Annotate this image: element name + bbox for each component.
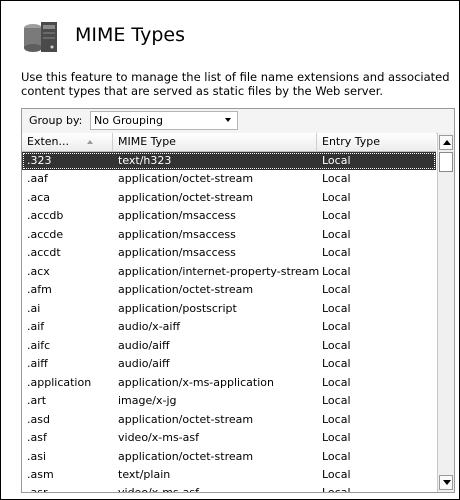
cell-extension: .323 [27, 154, 52, 167]
page-description: Use this feature to manage the list of f… [21, 70, 450, 98]
table-row[interactable]: .aiff audio/aiff Local [22, 355, 436, 373]
table-row[interactable]: .323 text/h323 Local [22, 152, 436, 171]
cell-entry-type: Local [322, 227, 351, 241]
cell-extension: .accde [27, 227, 64, 241]
cell-extension: .asr [27, 484, 48, 492]
column-header-mime-type[interactable]: MIME Type [113, 133, 317, 151]
scrollbar-thumb[interactable] [439, 152, 453, 172]
table-row[interactable]: .aif audio/x-aiff Local [22, 318, 436, 336]
cell-mime-type: application/octet-stream [118, 283, 254, 297]
table-row[interactable]: .aaf application/octet-stream Local [22, 170, 436, 188]
table-row[interactable]: .asm text/plain Local [22, 466, 436, 484]
cell-mime-type: video/x-ms-asf [118, 484, 199, 492]
group-by-value: No Grouping [94, 114, 163, 127]
cell-extension: .aca [27, 190, 51, 204]
group-by-bar: Group by: No Grouping [22, 109, 454, 134]
cell-mime-type: audio/aiff [118, 357, 170, 371]
group-by-dropdown[interactable]: No Grouping [90, 111, 238, 130]
cell-mime-type: application/msaccess [118, 227, 236, 241]
cell-extension: .aiff [27, 357, 48, 371]
scroll-up-button[interactable] [439, 135, 453, 150]
cell-entry-type: Local [322, 338, 351, 352]
arrow-down-icon [443, 480, 451, 485]
column-header-extension-label: Exten... [27, 135, 70, 148]
cell-extension: .aifc [27, 338, 51, 352]
cell-entry-type: Local [322, 264, 351, 278]
cell-mime-type: image/x-jg [118, 394, 177, 408]
cell-extension: .ai [27, 301, 41, 315]
cell-extension: .aaf [27, 172, 48, 186]
cell-extension: .acx [27, 264, 50, 278]
table-row[interactable]: .accdb application/msaccess Local [22, 207, 436, 225]
table-row[interactable]: .accde application/msaccess Local [22, 226, 436, 244]
cell-mime-type: application/internet-property-stream [118, 264, 320, 278]
cell-extension: .asm [27, 467, 54, 481]
table-row[interactable]: .asr video/x-ms-asf Local [22, 484, 436, 492]
cell-mime-type: text/h323 [118, 154, 172, 167]
cell-entry-type: Local [322, 431, 351, 445]
cell-entry-type: Local [322, 320, 351, 334]
cell-mime-type: application/octet-stream [118, 190, 254, 204]
table-row[interactable]: .aifc audio/aiff Local [22, 337, 436, 355]
table-row[interactable]: .application application/x-ms-application… [22, 374, 436, 392]
cell-mime-type: audio/x-aiff [118, 320, 181, 334]
scroll-down-button[interactable] [439, 475, 453, 490]
table-row[interactable]: .acx application/internet-property-stream… [22, 263, 436, 281]
cell-mime-type: application/x-ms-application [118, 375, 274, 389]
cell-extension: .accdb [27, 209, 64, 223]
cell-mime-type: text/plain [118, 467, 171, 481]
chevron-down-icon [225, 118, 231, 122]
arrow-up-icon [443, 140, 451, 145]
table-row[interactable]: .art image/x-jg Local [22, 392, 436, 410]
table-body: .323 text/h323 Local .aaf application/octet-… [22, 152, 436, 492]
cell-entry-type: Local [322, 246, 351, 260]
mime-types-window: MIME Types Use this feature to manage th… [0, 0, 460, 500]
table-row[interactable]: .asd application/octet-stream Local [22, 411, 436, 429]
table-row[interactable]: .afm application/octet-stream Local [22, 281, 436, 299]
column-header-extension[interactable]: Exten... [22, 133, 113, 151]
cell-entry-type: Local [322, 172, 351, 186]
vertical-scrollbar[interactable] [437, 133, 454, 492]
cell-mime-type: video/x-ms-asf [118, 431, 199, 445]
cell-mime-type: application/msaccess [118, 246, 236, 260]
cell-extension: .asf [27, 431, 47, 445]
cell-mime-type: application/octet-stream [118, 449, 254, 463]
table-header: Exten... MIME Type Entry Type [22, 133, 436, 152]
server-icon [24, 22, 57, 52]
cell-entry-type: Local [322, 190, 351, 204]
table-row[interactable]: .asf video/x-ms-asf Local [22, 429, 436, 447]
cell-extension: .accdt [27, 246, 61, 260]
cell-entry-type: Local [322, 154, 351, 167]
table-row[interactable]: .aca application/octet-stream Local [22, 189, 436, 207]
cell-entry-type: Local [322, 209, 351, 223]
cell-entry-type: Local [322, 301, 351, 315]
cell-extension: .aif [27, 320, 45, 334]
cell-extension: .art [27, 394, 47, 408]
table-row[interactable]: .accdt application/msaccess Local [22, 244, 436, 262]
table-row[interactable]: .asi application/octet-stream Local [22, 448, 436, 466]
cell-entry-type: Local [322, 449, 351, 463]
cell-entry-type: Local [322, 357, 351, 371]
cell-entry-type: Local [322, 283, 351, 297]
mime-types-list-panel: Group by: No Grouping Exten... MIME Type… [21, 108, 455, 493]
cell-entry-type: Local [322, 412, 351, 426]
cell-entry-type: Local [322, 467, 351, 481]
cell-extension: .application [27, 375, 92, 389]
cell-mime-type: application/octet-stream [118, 412, 254, 426]
page-title: MIME Types [75, 24, 185, 46]
cell-mime-type: application/msaccess [118, 209, 236, 223]
cell-mime-type: audio/aiff [118, 338, 170, 352]
cell-extension: .asi [27, 449, 47, 463]
cell-extension: .asd [27, 412, 50, 426]
cell-entry-type: Local [322, 484, 351, 492]
cell-extension: .afm [27, 283, 52, 297]
table-row[interactable]: .ai application/postscript Local [22, 300, 436, 318]
cell-mime-type: application/octet-stream [118, 172, 254, 186]
sort-ascending-icon [87, 140, 93, 144]
cell-mime-type: application/postscript [118, 301, 237, 315]
group-by-label: Group by: [29, 114, 83, 127]
column-header-entry-type[interactable]: Entry Type [317, 133, 436, 151]
cell-entry-type: Local [322, 375, 351, 389]
cell-entry-type: Local [322, 394, 351, 408]
